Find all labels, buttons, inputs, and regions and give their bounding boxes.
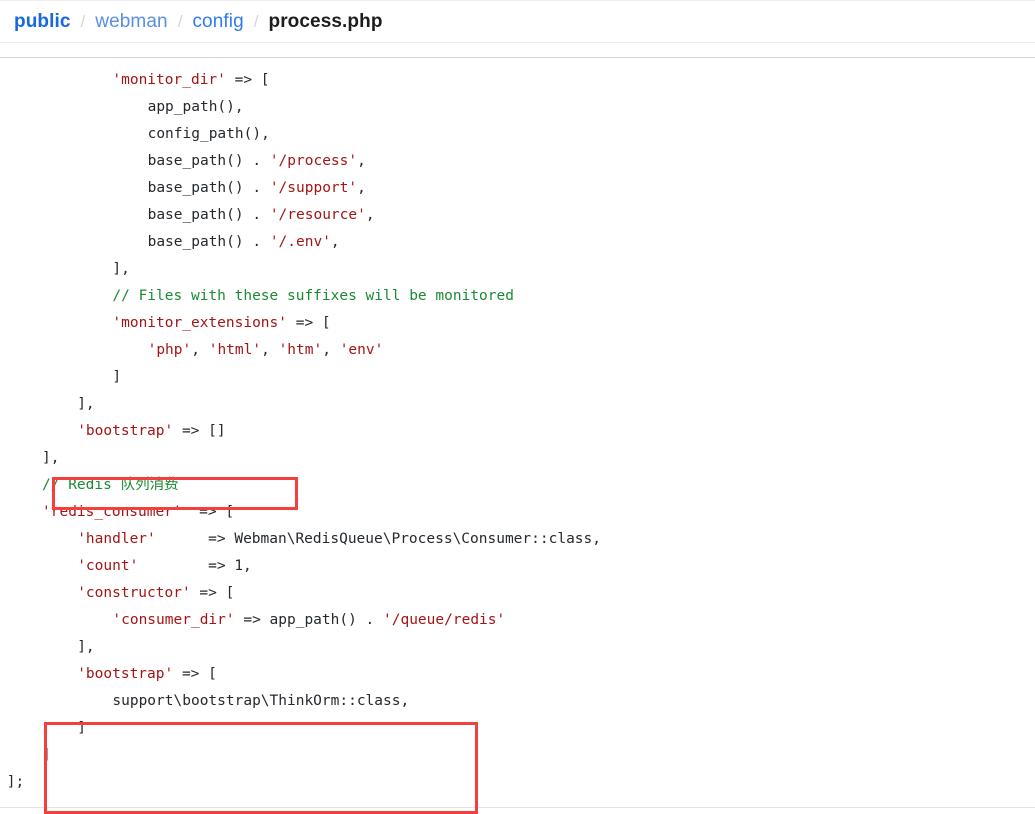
code-line: ], bbox=[0, 391, 1035, 418]
code-token-pla: ] bbox=[42, 747, 51, 763]
code-token-str: '/process' bbox=[269, 153, 358, 169]
code-token-pla: => [ bbox=[173, 666, 217, 682]
code-token-pla: => [] bbox=[173, 423, 226, 439]
code-token-str: '/resource' bbox=[269, 207, 366, 223]
code-token-pla: => [ bbox=[225, 72, 270, 88]
code-token-pla: => [ bbox=[190, 585, 235, 601]
code-line: ], bbox=[0, 256, 1035, 283]
code-token-pla: => 1, bbox=[138, 558, 252, 574]
code-line: 'monitor_extensions' => [ bbox=[0, 310, 1035, 337]
code-token-pla: , bbox=[330, 234, 340, 250]
editor-page: public / webman / config / process.php '… bbox=[0, 0, 1035, 814]
code-line: ], bbox=[0, 634, 1035, 661]
code-line: // Redis 队列消费 bbox=[0, 472, 1035, 499]
breadcrumb-item-config[interactable]: config bbox=[192, 12, 243, 31]
code-line: app_path(), bbox=[0, 94, 1035, 121]
code-token-str: 'html' bbox=[208, 342, 262, 358]
code-token-str: 'consumer_dir' bbox=[112, 612, 235, 628]
code-token-pla: , bbox=[261, 342, 279, 358]
code-line: 'bootstrap' => [] bbox=[0, 418, 1035, 445]
code-token-str: '/support' bbox=[269, 180, 358, 196]
breadcrumb-item-webman[interactable]: webman bbox=[95, 12, 167, 31]
code-line: 'consumer_dir' => app_path() . '/queue/r… bbox=[0, 607, 1035, 634]
breadcrumb: public / webman / config / process.php bbox=[14, 12, 383, 31]
code-token-pla: app_path(), bbox=[147, 99, 244, 115]
source-code[interactable]: 'monitor_dir' => [ app_path(), config_path… bbox=[0, 67, 1035, 796]
code-line: 'bootstrap' => [ bbox=[0, 661, 1035, 688]
code-token-pla: ], bbox=[77, 396, 95, 412]
code-line: 'monitor_dir' => [ bbox=[0, 67, 1035, 94]
breadcrumb-separator-2: / bbox=[177, 12, 183, 31]
code-line: base_path() . '/resource', bbox=[0, 202, 1035, 229]
code-token-pla: ] bbox=[112, 369, 122, 385]
code-token-str: 'htm' bbox=[278, 342, 323, 358]
code-line: base_path() . '/support', bbox=[0, 175, 1035, 202]
code-token-pla: , bbox=[365, 207, 375, 223]
code-token-pla: ]; bbox=[6, 774, 25, 790]
code-token-str: 'php' bbox=[147, 342, 192, 358]
code-token-str: 'bootstrap' bbox=[77, 666, 174, 682]
code-token-pla: => [ bbox=[287, 315, 331, 331]
code-token-str: 'constructor' bbox=[77, 585, 191, 601]
code-token-pla: support\bootstrap\ThinkOrm::class, bbox=[112, 693, 410, 709]
code-line: 'count' => 1, bbox=[0, 553, 1035, 580]
code-line: support\bootstrap\ThinkOrm::class, bbox=[0, 688, 1035, 715]
breadcrumb-header: public / webman / config / process.php bbox=[0, 1, 1035, 43]
code-token-str: 'env' bbox=[339, 342, 384, 358]
breadcrumb-item-current-file: process.php bbox=[268, 11, 383, 32]
code-token-str: 'bootstrap' bbox=[77, 423, 174, 439]
code-token-str: '/queue/redis' bbox=[383, 612, 506, 628]
code-line: ], bbox=[0, 445, 1035, 472]
code-token-str: 'count' bbox=[77, 558, 139, 574]
code-line: ] bbox=[0, 742, 1035, 769]
code-line: 'constructor' => [ bbox=[0, 580, 1035, 607]
code-token-pla: , bbox=[357, 180, 366, 196]
code-token-pla: config_path(), bbox=[147, 126, 270, 142]
code-token-pla: base_path() . bbox=[147, 180, 270, 196]
code-token-pla: , bbox=[357, 153, 366, 169]
code-line: ]; bbox=[0, 769, 1035, 796]
code-line: base_path() . '/process', bbox=[0, 148, 1035, 175]
code-token-pla: base_path() . bbox=[147, 234, 270, 250]
code-line: 'php', 'html', 'htm', 'env' bbox=[0, 337, 1035, 364]
breadcrumb-separator-3: / bbox=[253, 12, 259, 31]
code-line: 'redis_consumer' => [ bbox=[0, 499, 1035, 526]
code-token-pla: base_path() . bbox=[147, 153, 270, 169]
code-token-pla: ], bbox=[112, 261, 130, 277]
code-token-pla: , bbox=[322, 342, 340, 358]
code-token-pla: , bbox=[191, 342, 209, 358]
code-viewer[interactable]: 'monitor_dir' => [ app_path(), config_path… bbox=[0, 58, 1035, 814]
code-token-pla: base_path() . bbox=[147, 207, 270, 223]
code-token-cmt: // Files with these suffixes will be mon… bbox=[112, 288, 514, 304]
code-token-str: 'handler' bbox=[77, 531, 156, 547]
code-token-pla: => Webman\RedisQueue\Process\Consumer::c… bbox=[155, 531, 601, 547]
code-line: // Files with these suffixes will be mon… bbox=[0, 283, 1035, 310]
code-token-pla: ], bbox=[42, 450, 60, 466]
code-token-pla: ] bbox=[77, 720, 86, 736]
code-token-pla: => [ bbox=[181, 504, 235, 520]
code-line: 'handler' => Webman\RedisQueue\Process\C… bbox=[0, 526, 1035, 553]
code-token-cmt: // Redis 队列消费 bbox=[42, 477, 179, 493]
code-line: config_path(), bbox=[0, 121, 1035, 148]
breadcrumb-separator-1: / bbox=[80, 12, 86, 31]
code-token-pla: ], bbox=[77, 639, 95, 655]
code-line: base_path() . '/.env', bbox=[0, 229, 1035, 256]
code-token-str: 'monitor_dir' bbox=[112, 72, 226, 88]
code-line: ] bbox=[0, 364, 1035, 391]
code-line: ] bbox=[0, 715, 1035, 742]
breadcrumb-item-public[interactable]: public bbox=[14, 12, 71, 31]
code-token-str: 'monitor_extensions' bbox=[112, 315, 287, 331]
header-divider bbox=[0, 43, 1035, 58]
code-token-pla: => app_path() . bbox=[234, 612, 384, 628]
code-token-str: '/.env' bbox=[269, 234, 331, 250]
code-token-str: 'redis_consumer' bbox=[42, 504, 182, 520]
